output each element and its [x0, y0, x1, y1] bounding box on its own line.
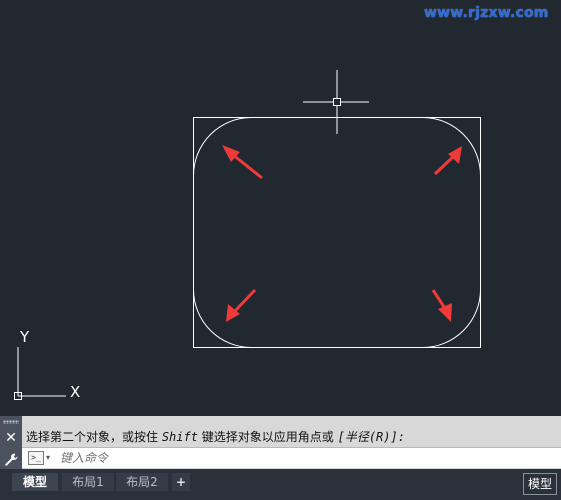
history-middle: 键选择对象以应用角点或	[197, 430, 338, 444]
history-prefix: 选择第二个对象，或按住	[26, 430, 162, 444]
corner-arrow-top-right	[433, 146, 462, 176]
add-layout-button[interactable]: +	[172, 473, 190, 491]
tab-model[interactable]: 模型	[12, 473, 58, 491]
ucs-x-label: X	[70, 383, 80, 401]
history-key: Shift	[161, 430, 198, 444]
watermark: www.rjzxw.com	[424, 5, 549, 21]
chevron-down-icon[interactable]: ▾	[46, 453, 50, 462]
layout-tabs-bar: 模型 布局1 布局2 +	[0, 469, 561, 500]
model-space-button[interactable]: 模型	[523, 473, 557, 495]
corner-arrow-top-left	[222, 145, 263, 180]
ucs-icon: Y X	[14, 328, 80, 401]
command-input[interactable]	[60, 450, 540, 466]
command-panel-grip[interactable]: ✕	[0, 416, 22, 469]
crosshair-cursor	[303, 70, 369, 134]
drawing-canvas[interactable]: Y X	[0, 0, 561, 416]
ucs-y-label: Y	[19, 328, 30, 346]
grip-handle-icon[interactable]	[3, 420, 19, 424]
command-prompt-icon[interactable]: >_	[28, 451, 44, 465]
command-history-line: 选择第二个对象，或按住 Shift 键选择对象以应用角点或 [半径(R)]:	[26, 428, 405, 446]
corner-arrow-bottom-left	[226, 288, 257, 322]
close-icon[interactable]: ✕	[3, 430, 19, 446]
corner-arrow-bottom-right	[431, 289, 452, 322]
tab-layout1[interactable]: 布局1	[62, 473, 114, 491]
tab-layout2[interactable]: 布局2	[116, 473, 168, 491]
command-input-row: >_ ▾	[22, 447, 561, 468]
history-option[interactable]: [半径(R)]:	[338, 430, 405, 444]
wrench-icon[interactable]	[3, 452, 19, 468]
